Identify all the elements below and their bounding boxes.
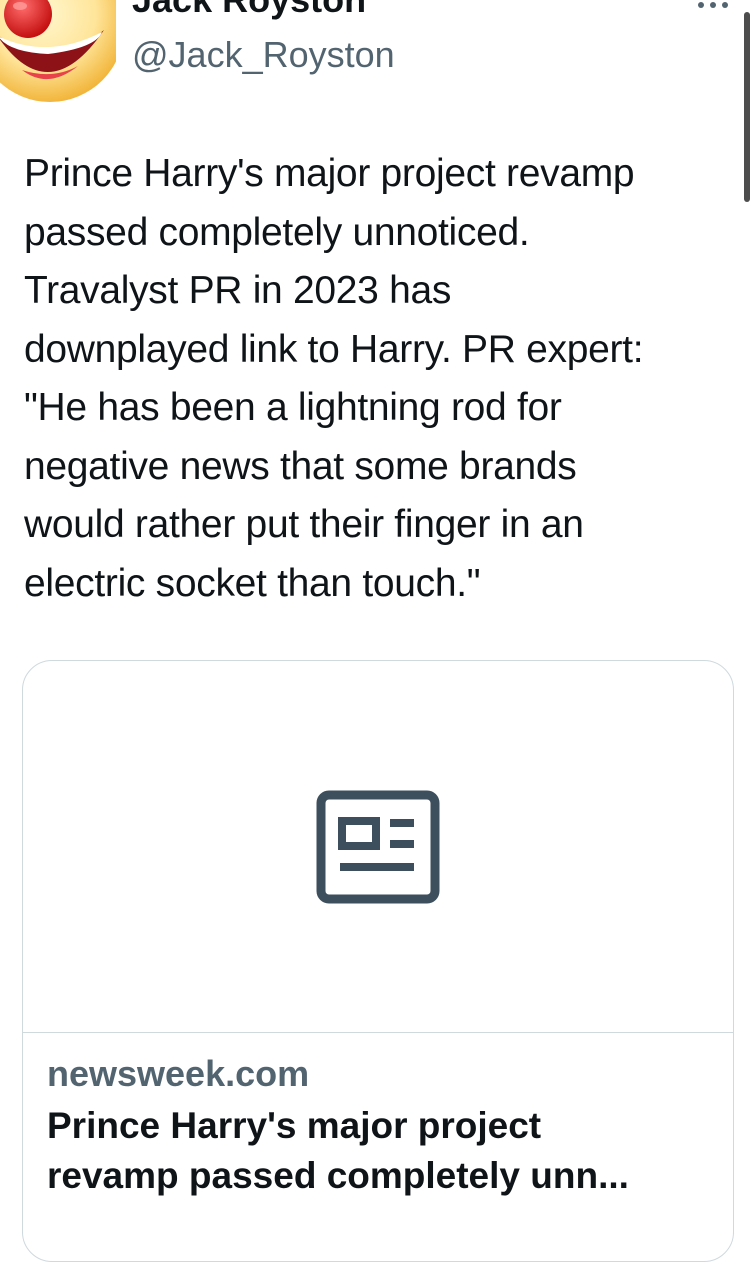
clown-face-icon	[0, 0, 124, 102]
avatar[interactable]	[0, 0, 124, 102]
link-card-media	[23, 661, 733, 1033]
tweet-text: Prince Harry's major project revamp pass…	[24, 152, 644, 605]
link-card-title[interactable]: Prince Harry's major project revamp pass…	[47, 1101, 707, 1201]
scrollbar[interactable]	[744, 12, 750, 202]
link-card[interactable]: newsweek.com Prince Harry's major projec…	[22, 660, 734, 1262]
more-horizontal-icon	[698, 2, 704, 8]
link-card-title-line: revamp passed completely unn...	[47, 1155, 629, 1196]
author-handle[interactable]: @Jack_Royston	[132, 35, 395, 75]
article-icon	[316, 790, 440, 903]
link-card-title-line: Prince Harry's major project	[47, 1105, 542, 1146]
link-card-domain: newsweek.com	[47, 1053, 310, 1094]
author-display-name[interactable]: Jack Royston	[132, 0, 366, 20]
more-options-button[interactable]	[688, 0, 738, 16]
